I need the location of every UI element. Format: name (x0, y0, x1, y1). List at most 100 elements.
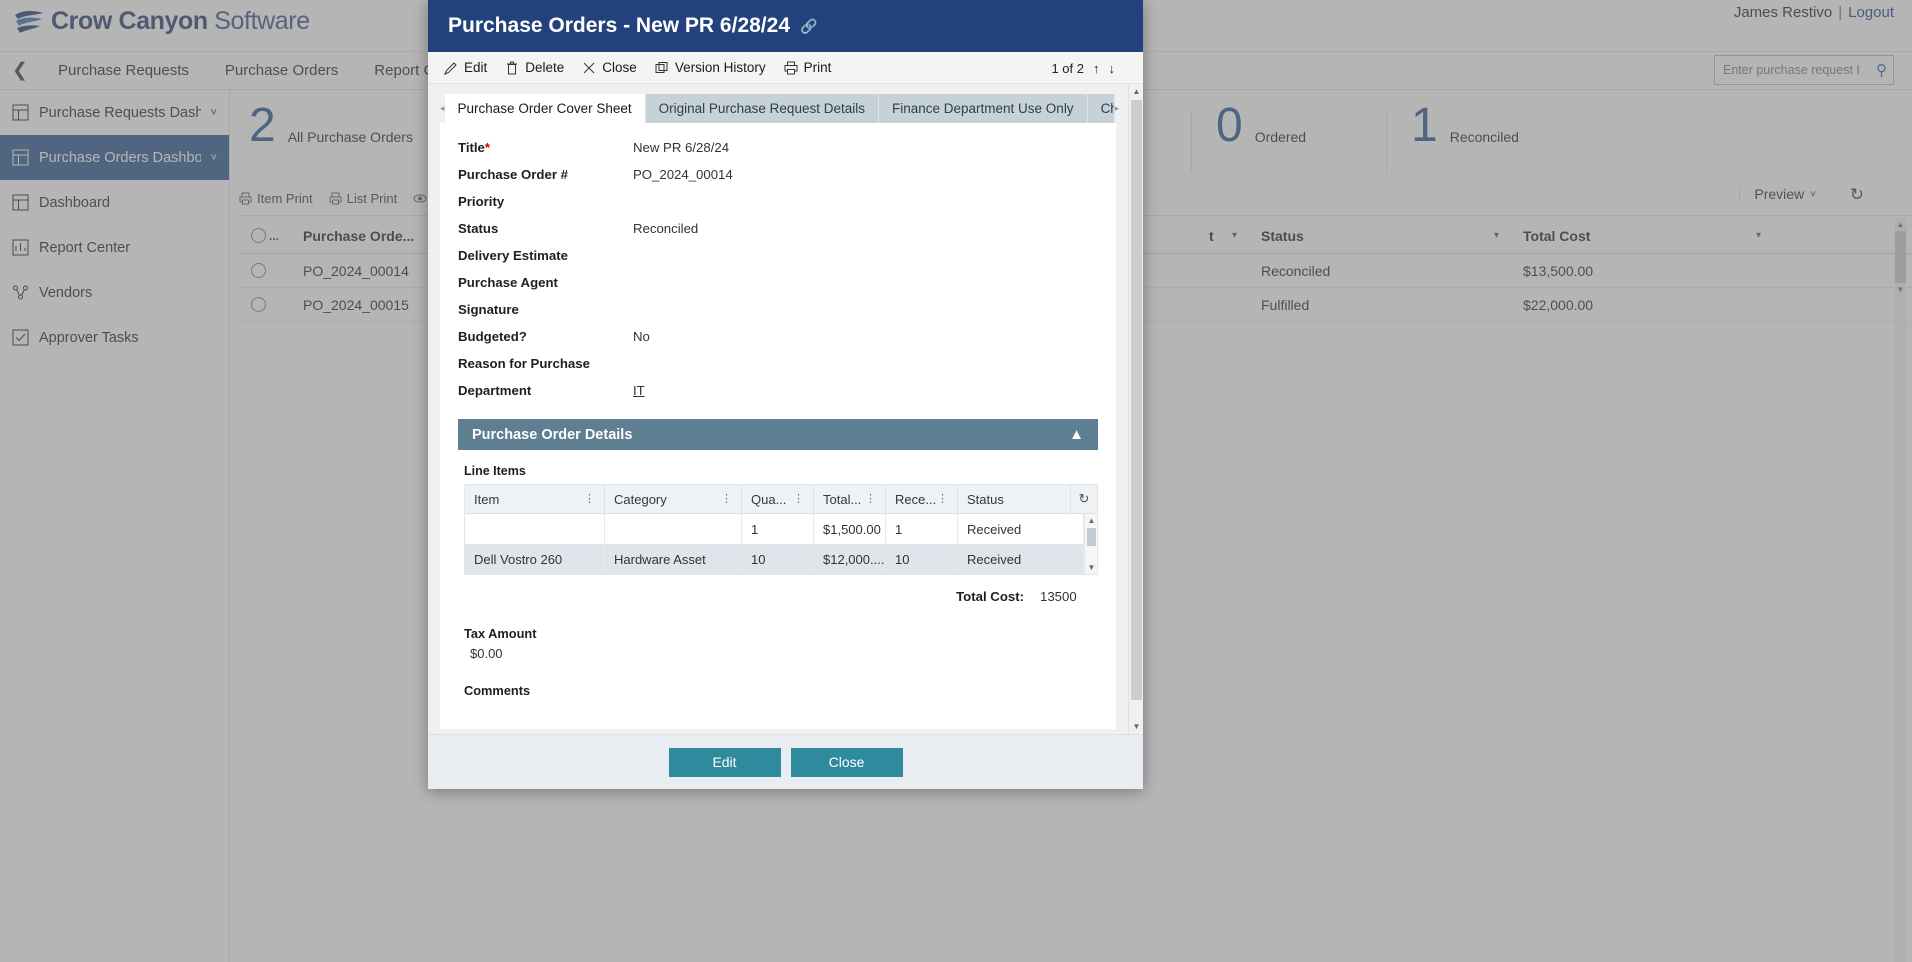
dialog-scroll-area: ◂ Purchase Order Cover Sheet Original Pu… (428, 84, 1128, 734)
tab-strip: ◂ Purchase Order Cover Sheet Original Pu… (440, 94, 1120, 123)
field-value: No (633, 329, 650, 344)
cell-total: $12,000.... (814, 544, 886, 574)
col-item[interactable]: Item ⋮ (465, 485, 605, 513)
section-title: Purchase Order Details (472, 426, 633, 443)
edit-button[interactable]: Edit (444, 60, 487, 75)
column-menu-icon[interactable]: ⋮ (865, 494, 876, 505)
version-history-icon (655, 61, 668, 73)
field-label: Purchase Agent (458, 275, 558, 290)
dialog-body: ◂ Purchase Order Cover Sheet Original Pu… (428, 84, 1143, 734)
line-items-label: Line Items (464, 464, 526, 478)
field-budgeted: Budgeted? No (458, 326, 1098, 353)
col-category[interactable]: Category ⋮ (605, 485, 742, 513)
label: Rece... (895, 491, 937, 507)
arrow-down-icon[interactable]: ↓ (1109, 61, 1116, 76)
cell-received: 1 (886, 514, 958, 544)
purchase-order-dialog: Purchase Orders - New PR 6/28/24 🔗 Edit … (428, 0, 1143, 789)
line-items-refresh-icon[interactable]: ↻ (1071, 485, 1097, 513)
scrollbar-thumb[interactable] (1131, 100, 1142, 700)
field-signature: Signature (458, 299, 1098, 326)
field-label: Priority (458, 194, 505, 209)
field-title: Title* New PR 6/28/24 (458, 137, 1098, 164)
col-received[interactable]: Rece... ⋮ (886, 485, 958, 513)
label: Original Purchase Request Details (658, 101, 865, 116)
label: Qua... (751, 491, 787, 507)
tab-finance-department-use-only[interactable]: Finance Department Use Only (878, 94, 1088, 123)
page-title: Purchase Orders - New PR 6/28/24 (448, 14, 790, 37)
label: Delete (525, 60, 565, 75)
field-delivery-estimate: Delivery Estimate (458, 245, 1098, 272)
field-value: New PR 6/28/24 (633, 140, 730, 155)
cell-category (605, 514, 742, 544)
dialog-footer: Edit Close (428, 734, 1143, 789)
label: Total... (823, 491, 862, 507)
col-total[interactable]: Total... ⋮ (814, 485, 886, 513)
dialog-toolbar: Edit Delete Close Version History Print … (428, 52, 1143, 84)
column-menu-icon[interactable]: ⋮ (937, 494, 948, 505)
field-list: Title* New PR 6/28/24 Purchase Order # PO_2… (458, 137, 1098, 407)
field-label: Status (458, 221, 499, 236)
dialog-title-bar: Purchase Orders - New PR 6/28/24 🔗 (428, 0, 1143, 52)
tab-scroll-right-icon[interactable]: ▸ (1114, 94, 1120, 123)
chevron-up-icon[interactable]: ▲ (1069, 426, 1084, 443)
line-items-header: Item ⋮ Category ⋮ Qua... ⋮ Total... ⋮ Rece..… (465, 485, 1097, 514)
column-menu-icon[interactable]: ⋮ (584, 494, 595, 505)
chevron-up-icon[interactable]: ▲ (1129, 84, 1144, 99)
cell-category: Hardware Asset (605, 544, 742, 574)
close-button[interactable]: Close (582, 60, 637, 75)
print-button[interactable]: Print (784, 60, 831, 75)
tax-amount-label: Tax Amount (464, 626, 537, 641)
required-indicator: * (484, 140, 491, 155)
total-cost-label: Total Cost: (956, 589, 1024, 604)
field-label: Title* (458, 140, 491, 155)
printer-icon (784, 61, 798, 74)
column-menu-icon[interactable]: ⋮ (721, 494, 732, 505)
label: Close (602, 60, 637, 75)
label: Finance Department Use Only (891, 101, 1074, 116)
tax-amount-value: $0.00 (470, 646, 503, 661)
field-value: Reconciled (633, 221, 699, 236)
col-status[interactable]: Status (958, 485, 1071, 513)
label: Status (967, 491, 1004, 507)
delete-button[interactable]: Delete (505, 60, 564, 75)
field-label: Reason for Purchase (458, 356, 590, 371)
close-button[interactable]: Close (790, 747, 903, 777)
field-label: Purchase Order # (458, 167, 568, 182)
tab-purchase-order-cover-sheet[interactable]: Purchase Order Cover Sheet (444, 94, 646, 123)
total-cost-value: 13500 (1040, 589, 1077, 604)
cell-item (465, 514, 605, 544)
line-items-scrollbar[interactable]: ▲ ▼ (1084, 514, 1097, 574)
total-cost-row: Total Cost: 13500 (458, 589, 1088, 604)
tab-original-purchase-request-details[interactable]: Original Purchase Request Details (645, 94, 879, 123)
table-row[interactable]: 1 $1,500.00 1 Received (465, 514, 1084, 544)
pencil-icon (444, 61, 457, 75)
label: Version History (674, 60, 766, 75)
screen-root: Crow Canyon Software James Restivo | Log… (0, 0, 1912, 962)
chevron-down-icon[interactable]: ▼ (1129, 719, 1144, 734)
field-reason-for-purchase: Reason for Purchase (458, 353, 1098, 380)
purchase-order-details-section-header[interactable]: Purchase Order Details ▲ (458, 419, 1098, 450)
edit-button[interactable]: Edit (668, 747, 781, 777)
field-label: Department (458, 383, 532, 398)
table-row[interactable]: Dell Vostro 260 Hardware Asset 10 $12,00… (465, 544, 1084, 574)
link-icon[interactable]: 🔗 (800, 18, 817, 35)
cell-received: 10 (886, 544, 958, 574)
cell-status: Received (958, 544, 1084, 574)
version-history-button[interactable]: Version History (655, 60, 766, 75)
chevron-up-icon[interactable]: ▲ (1085, 514, 1098, 527)
x-icon (583, 62, 595, 73)
label: Edit (464, 60, 488, 75)
field-value-link[interactable]: IT (633, 383, 645, 398)
record-pager: 1 of 2 ↑ ↓ (1051, 52, 1115, 84)
arrow-up-icon[interactable]: ↑ (1093, 61, 1100, 76)
field-status: Status Reconciled (458, 218, 1098, 245)
label: Item (474, 491, 500, 507)
comments-label: Comments (464, 683, 531, 698)
tab-check-voucher[interactable]: Check Voucher (1087, 94, 1115, 123)
dialog-scrollbar[interactable]: ▲ ▼ (1128, 84, 1143, 734)
scrollbar-thumb[interactable] (1087, 528, 1096, 546)
column-menu-icon[interactable]: ⋮ (793, 494, 804, 505)
label: Check Voucher (1100, 101, 1114, 116)
chevron-down-icon[interactable]: ▼ (1085, 561, 1098, 574)
col-quantity[interactable]: Qua... ⋮ (742, 485, 814, 513)
